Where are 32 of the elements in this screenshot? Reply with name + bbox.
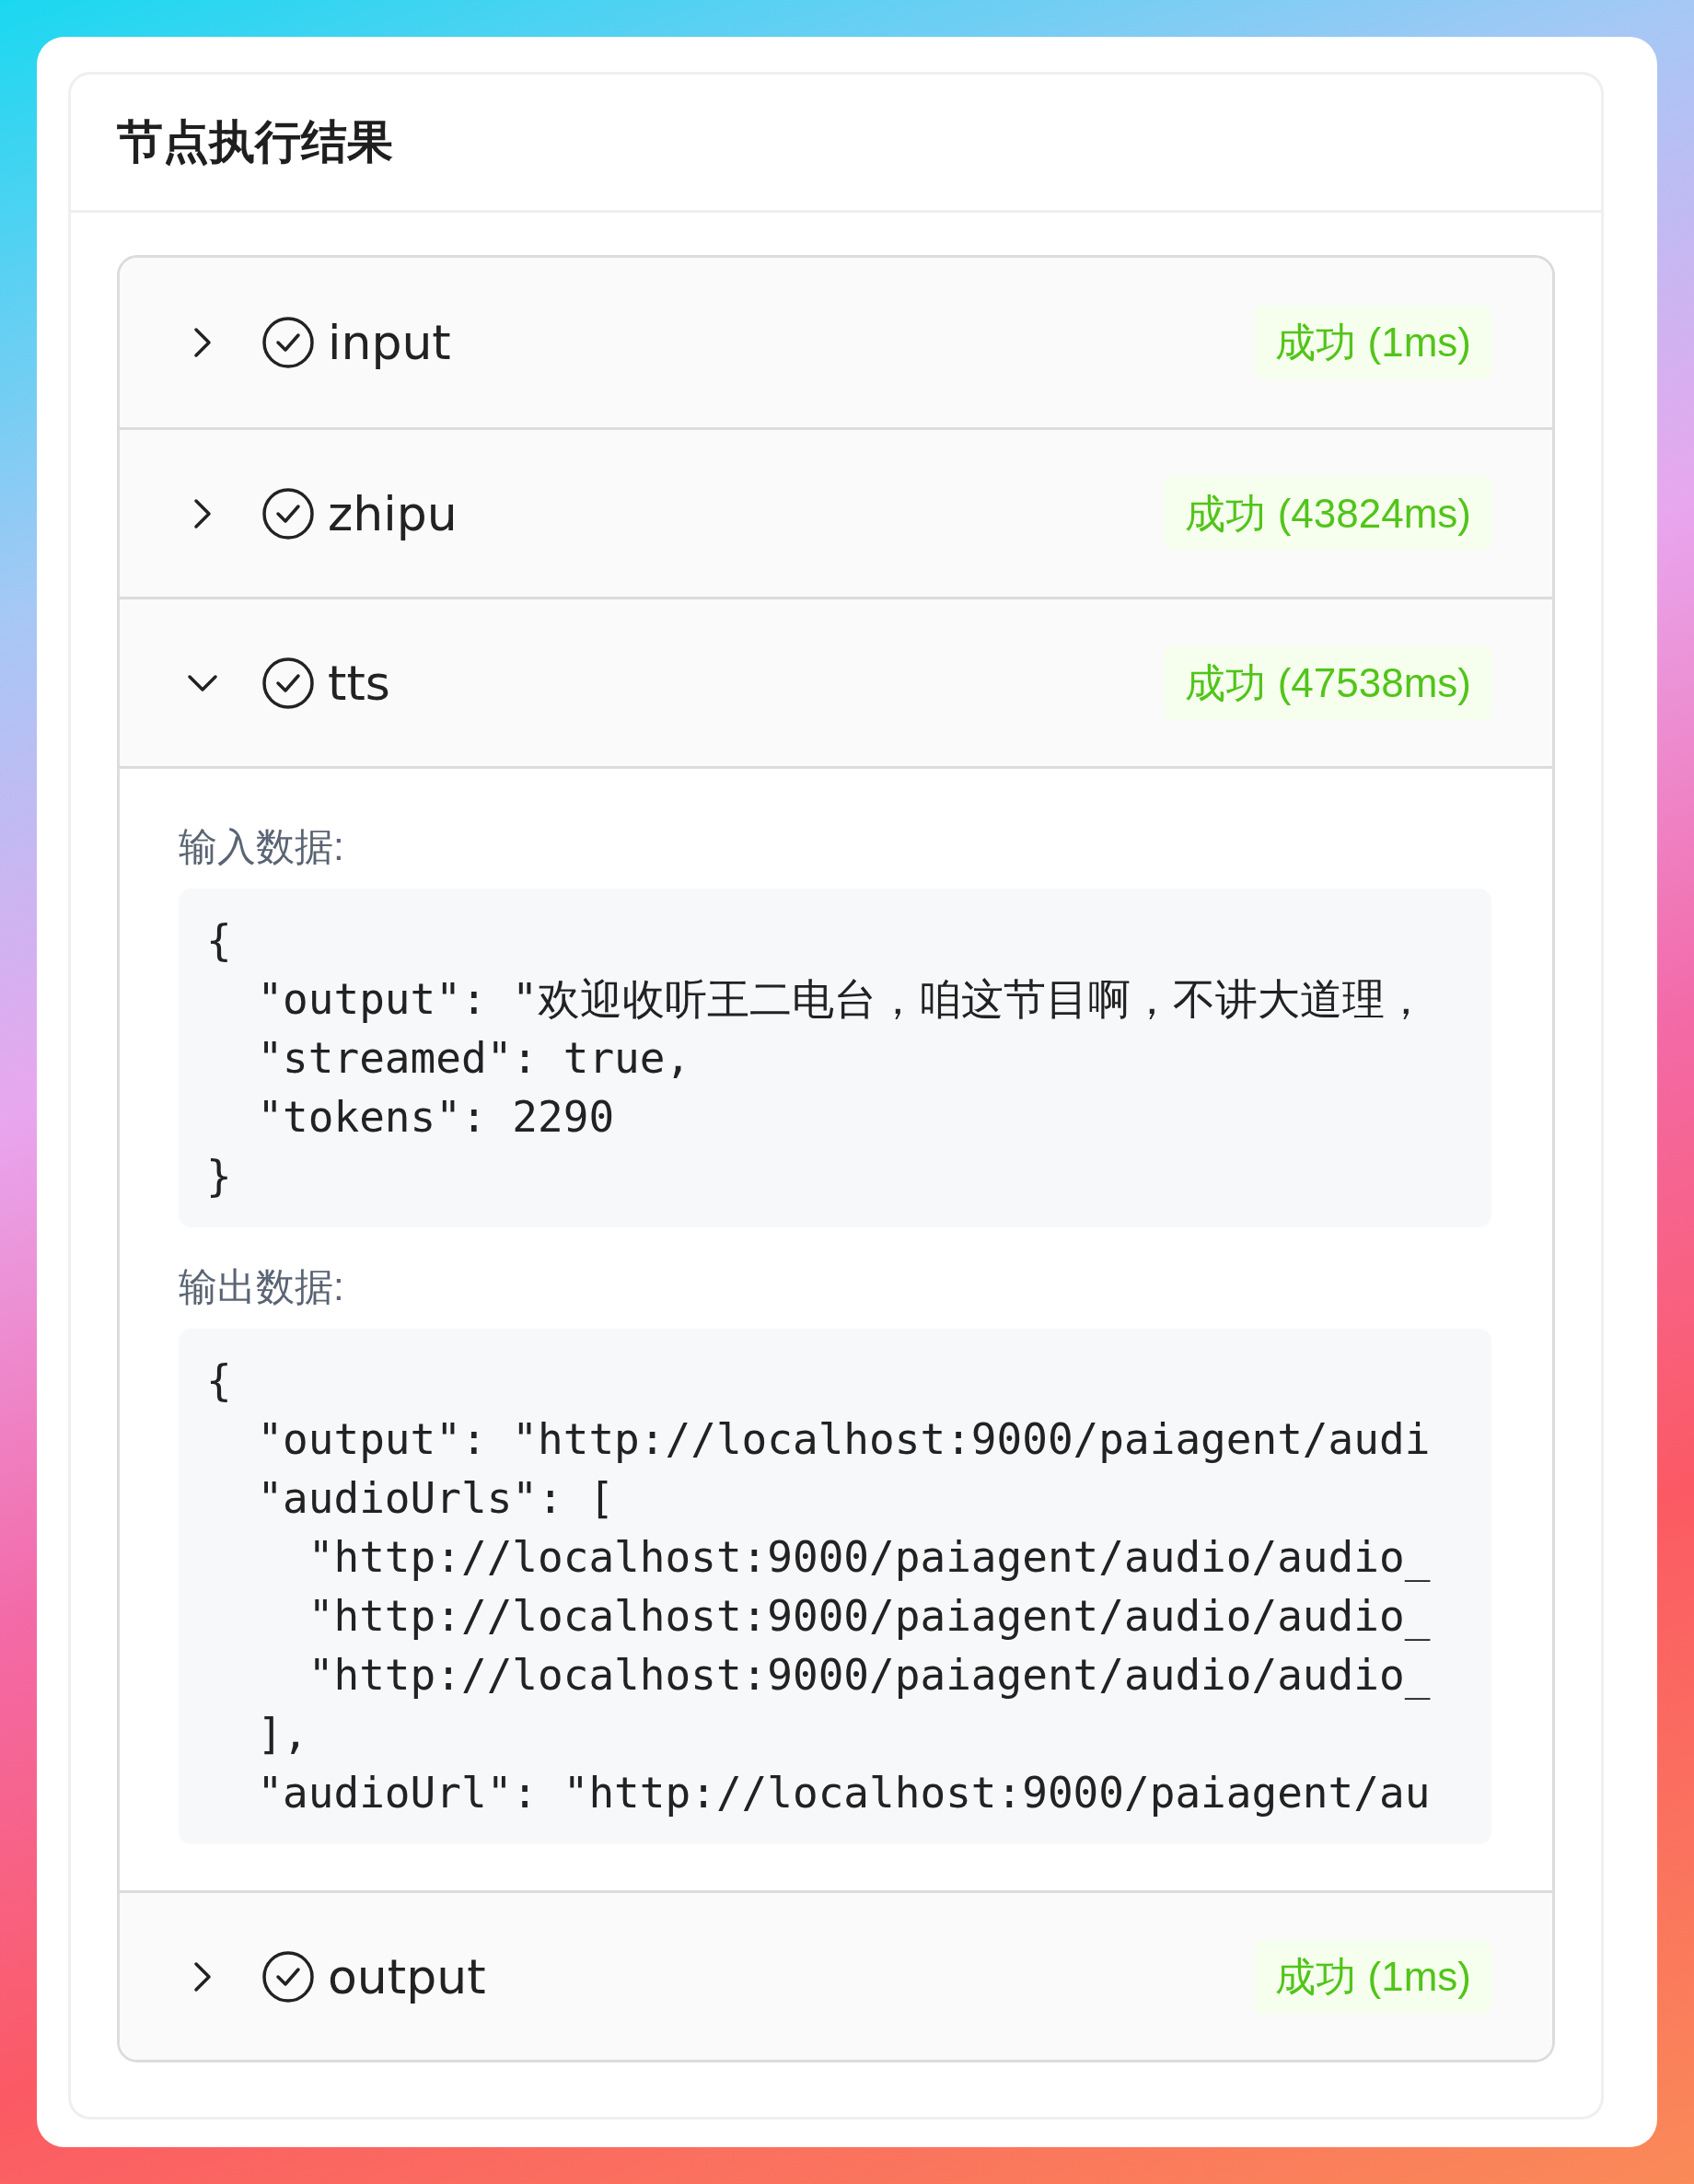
status-badge: 成功 (1ms) (1255, 306, 1491, 379)
code-line: "output": "欢迎收听王二电台，咱这节目啊，不讲大道理， (256, 973, 1428, 1026)
check-circle-icon (261, 316, 315, 369)
check-circle-icon (261, 1949, 315, 2004)
code-line: "audioUrls": [ (256, 1472, 615, 1525)
code-line: { (206, 914, 232, 967)
node-header[interactable]: output 成功 (1ms) (120, 1890, 1552, 2060)
code-line: ], (256, 1708, 308, 1760)
code-line: "audioUrl": "http://localhost:9000/paiagent/au (256, 1767, 1431, 1819)
status-badge: 成功 (43824ms) (1165, 476, 1491, 551)
check-circle-icon (261, 656, 315, 710)
section-label: 输入数据: (179, 823, 345, 870)
code-line: } (206, 1150, 232, 1202)
panel-title: 节点执行结果 (117, 114, 393, 170)
node-name: output (328, 1947, 486, 2006)
section-label: 输出数据: (179, 1263, 345, 1310)
node-name: input (328, 314, 451, 372)
code-line: "tokens": 2290 (256, 1091, 615, 1144)
status-badge: 成功 (47538ms) (1165, 645, 1491, 720)
check-circle-icon (261, 486, 315, 540)
node-header[interactable]: zhipu 成功 (43824ms) (120, 427, 1552, 597)
code-line: { (206, 1354, 232, 1407)
code-line: "streamed": true, (256, 1032, 691, 1085)
status-badge: 成功 (1ms) (1255, 1939, 1491, 2014)
code-line: "output": "http://localhost:9000/paiagent/audi (256, 1413, 1431, 1466)
code-line: "http://localhost:9000/paiagent/audio/audio_ (307, 1531, 1431, 1584)
node-header[interactable]: input 成功 (1ms) (120, 258, 1552, 427)
node-name: zhipu (328, 484, 458, 543)
code-line: "http://localhost:9000/paiagent/audio/audio_ (307, 1590, 1431, 1643)
node-header[interactable]: tts 成功 (47538ms) (120, 597, 1552, 766)
node-name: tts (328, 654, 390, 713)
code-line: "http://localhost:9000/paiagent/audio/audio_ (307, 1649, 1431, 1702)
